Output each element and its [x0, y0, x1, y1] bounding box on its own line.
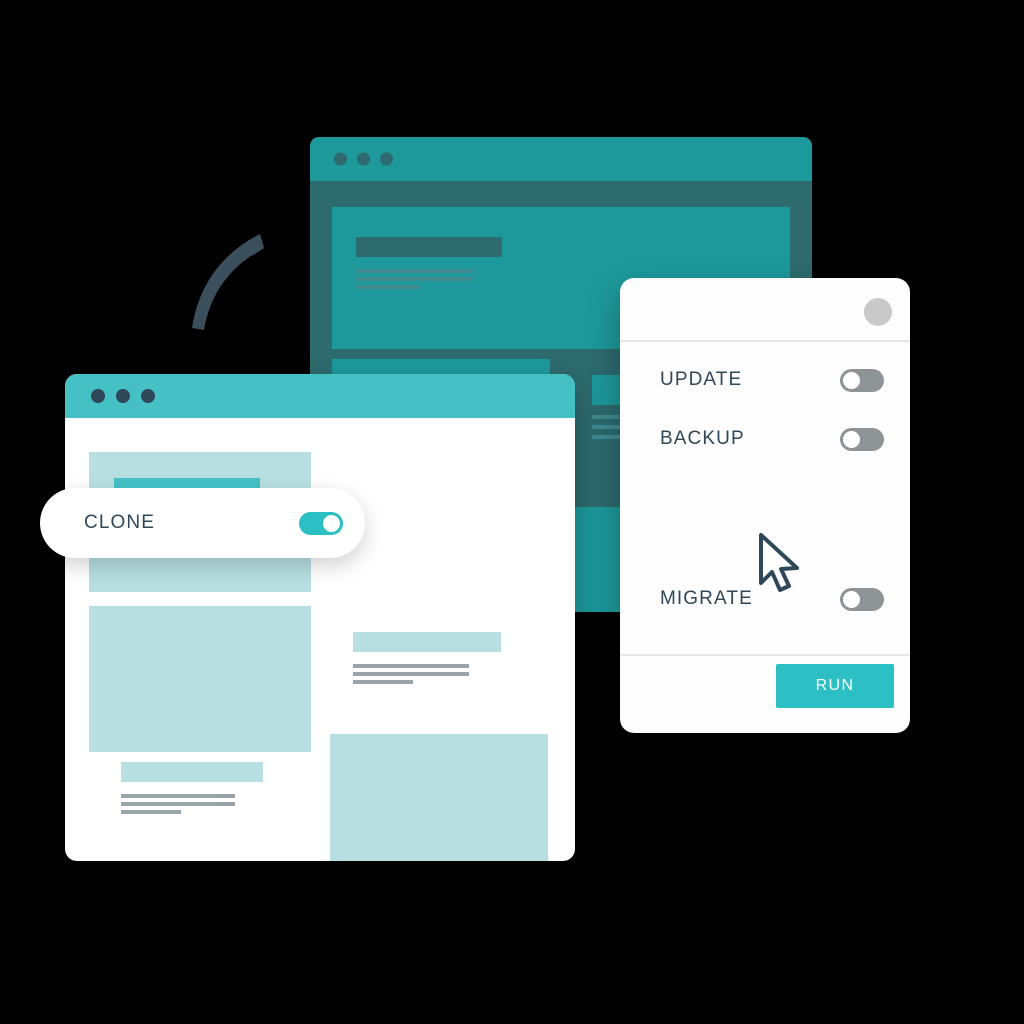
toggle-migrate[interactable] [840, 587, 884, 611]
dark-hero-text-line [356, 277, 474, 281]
light-right-text-line [353, 672, 469, 676]
dark-hero-heading [356, 237, 502, 257]
light-footer-text-line [121, 794, 235, 798]
window-dot-close-icon[interactable] [91, 389, 105, 403]
illustration-stage: UPDATE BACKUP MIGRATE RUN CLONE [0, 0, 1024, 1024]
toggle-update[interactable] [840, 368, 884, 392]
panel-row-label: BACKUP [660, 428, 745, 449]
toggle-knob [843, 430, 860, 448]
panel-row-update[interactable]: UPDATE [620, 356, 910, 404]
toggle-clone[interactable] [299, 511, 343, 535]
toggle-knob [323, 514, 340, 532]
light-right-heading [353, 632, 501, 652]
light-browser-window [65, 374, 575, 861]
dark-hero-text-line [356, 285, 420, 289]
panel-header [620, 278, 910, 340]
light-footer-heading [121, 762, 263, 782]
dark-hero-text-line [356, 269, 474, 273]
light-right-text-line [353, 664, 469, 668]
mouse-pointer-icon [759, 533, 799, 592]
curved-swoosh-icon [192, 234, 264, 330]
window-dot-maximize-icon[interactable] [380, 152, 393, 166]
window-controls [91, 389, 155, 403]
toggle-knob [843, 590, 860, 608]
toggle-backup[interactable] [840, 427, 884, 451]
panel-row-label: UPDATE [660, 369, 743, 390]
avatar-circle-icon[interactable] [864, 298, 892, 326]
dark-window-titlebar [310, 137, 812, 181]
panel-divider-bottom [620, 654, 910, 656]
light-media-block [89, 606, 311, 752]
window-dot-minimize-icon[interactable] [116, 389, 130, 403]
light-right-text-line [353, 680, 413, 684]
window-controls [334, 152, 393, 166]
run-button[interactable]: RUN [776, 664, 894, 708]
light-footer-text-line [121, 810, 181, 814]
panel-row-clone-highlighted[interactable]: CLONE [40, 488, 365, 558]
toggle-knob [843, 371, 860, 389]
panel-row-label: MIGRATE [660, 588, 753, 609]
window-dot-minimize-icon[interactable] [357, 152, 370, 166]
actions-panel: UPDATE BACKUP MIGRATE RUN [620, 278, 910, 733]
window-dot-maximize-icon[interactable] [141, 389, 155, 403]
panel-divider-top [620, 340, 910, 342]
light-footer-media-block [330, 734, 548, 861]
window-dot-close-icon[interactable] [334, 152, 347, 166]
panel-row-label: CLONE [84, 512, 155, 533]
light-footer-text-line [121, 802, 235, 806]
panel-row-backup[interactable]: BACKUP [620, 415, 910, 463]
light-window-titlebar [65, 374, 575, 418]
